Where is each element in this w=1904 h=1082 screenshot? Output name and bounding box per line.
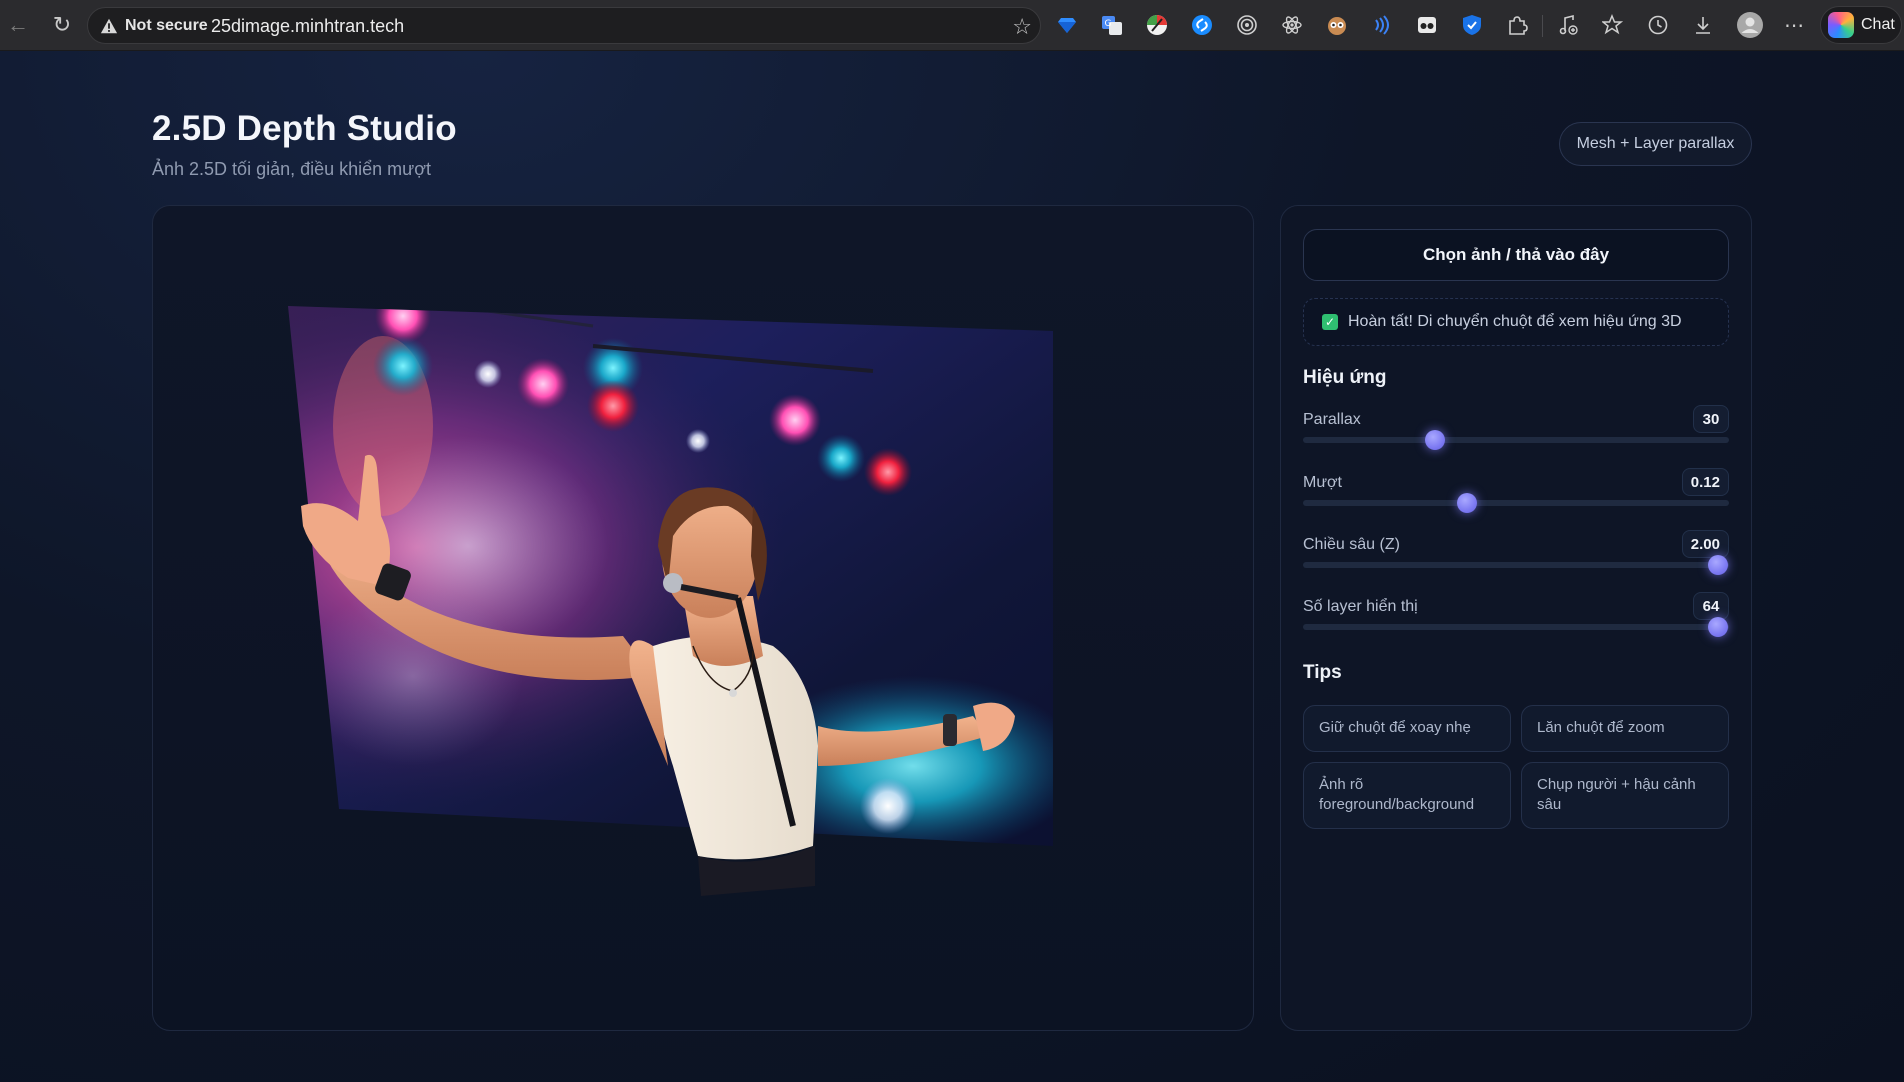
slider-thumb[interactable] <box>1457 493 1477 513</box>
page: 2.5D Depth Studio Ảnh 2.5D tối giản, điề… <box>0 51 1904 1082</box>
atom-icon[interactable] <box>1280 13 1304 37</box>
favorites-icon[interactable] <box>1601 13 1625 37</box>
tip-card: Lăn chuột để zoom <box>1521 705 1729 752</box>
control-panel: Chọn ảnh / thả vào đây ✓ Hoàn tất! Di ch… <box>1280 205 1752 1031</box>
page-title: 2.5D Depth Studio <box>152 109 457 148</box>
chat-label: Chat <box>1861 16 1895 33</box>
slider-label: Số layer hiển thị <box>1303 598 1418 615</box>
puzzle-icon[interactable] <box>1505 13 1529 37</box>
tip-card: Chụp người + hậu cảnh sâu <box>1521 762 1729 829</box>
slider-value: 30 <box>1693 405 1729 433</box>
smoothing-slider[interactable]: Mượt 0.12 <box>1303 468 1729 518</box>
slider-track[interactable] <box>1303 437 1729 443</box>
svg-text:G: G <box>1105 19 1112 29</box>
history-icon[interactable] <box>1646 13 1670 37</box>
profile-icon[interactable] <box>1736 11 1764 39</box>
tips-heading: Tips <box>1303 662 1342 683</box>
address-bar[interactable]: Not secure 25dimage.minhtran.tech ☆ <box>87 7 1041 44</box>
upload-image-button[interactable]: Chọn ảnh / thả vào đây <box>1303 229 1729 281</box>
gem-icon[interactable] <box>1055 13 1079 37</box>
slider-thumb[interactable] <box>1708 555 1729 575</box>
url-text[interactable]: 25dimage.minhtran.tech <box>211 16 404 37</box>
slider-value: 0.12 <box>1681 468 1729 496</box>
checkmark-icon: ✓ <box>1322 314 1338 330</box>
translate-icon[interactable]: G <box>1100 13 1124 37</box>
wave-icon[interactable] <box>1370 13 1394 37</box>
toolbar-separator <box>1542 15 1543 37</box>
target-icon[interactable] <box>1235 13 1259 37</box>
slider-track[interactable] <box>1303 562 1729 568</box>
slider-thumb[interactable] <box>1708 617 1729 637</box>
depth-canvas[interactable] <box>153 206 1254 1031</box>
mask-icon[interactable] <box>1415 13 1439 37</box>
music-add-icon[interactable] <box>1556 13 1580 37</box>
slider-label: Chiều sâu (Z) <box>1303 536 1400 553</box>
depth-viewer[interactable] <box>152 205 1254 1031</box>
tip-card: Ảnh rõ foreground/background <box>1303 762 1511 829</box>
slider-label: Parallax <box>1303 411 1361 428</box>
download-icon[interactable] <box>1691 13 1715 37</box>
slider-thumb[interactable] <box>1425 430 1446 450</box>
status-message: ✓ Hoàn tất! Di chuyển chuột để xem hiệu … <box>1303 298 1729 346</box>
page-subtitle: Ảnh 2.5D tối giản, điều khiển mượt <box>152 159 432 179</box>
reload-icon[interactable]: ↻ <box>47 10 77 40</box>
bookmark-star-icon[interactable]: ☆ <box>1012 14 1032 40</box>
browser-toolbar: ← ↻ Not secure 25dimage.minhtran.tech ☆ … <box>0 0 1904 51</box>
layer-count-slider[interactable]: Số layer hiển thị 64 <box>1303 592 1729 642</box>
back-arrow-icon[interactable]: ← <box>3 10 33 40</box>
status-text: Hoàn tất! Di chuyển chuột để xem hiệu ứn… <box>1348 313 1682 330</box>
parallax-slider[interactable]: Parallax 30 <box>1303 405 1729 455</box>
copilot-logo-icon <box>1828 12 1854 38</box>
slider-label: Mượt <box>1303 474 1342 491</box>
slider-track[interactable] <box>1303 624 1729 630</box>
security-label[interactable]: Not secure <box>125 17 208 35</box>
more-icon[interactable]: ⋯ <box>1782 13 1806 37</box>
warning-icon[interactable] <box>100 17 118 35</box>
depth-z-slider[interactable]: Chiều sâu (Z) 2.00 <box>1303 530 1729 580</box>
colorwheel-icon[interactable] <box>1145 13 1169 37</box>
slider-value: 2.00 <box>1681 530 1729 558</box>
shazam-icon[interactable] <box>1190 13 1214 37</box>
copilot-chat-button[interactable]: Chat <box>1820 6 1902 44</box>
slider-value: 64 <box>1693 592 1729 620</box>
slider-track[interactable] <box>1303 500 1729 506</box>
shield-icon[interactable] <box>1460 13 1484 37</box>
mode-badge: Mesh + Layer parallax <box>1559 122 1752 166</box>
tip-card: Giữ chuột để xoay nhẹ <box>1303 705 1511 752</box>
owl-icon[interactable] <box>1325 13 1349 37</box>
effects-heading: Hiệu ứng <box>1303 367 1387 388</box>
